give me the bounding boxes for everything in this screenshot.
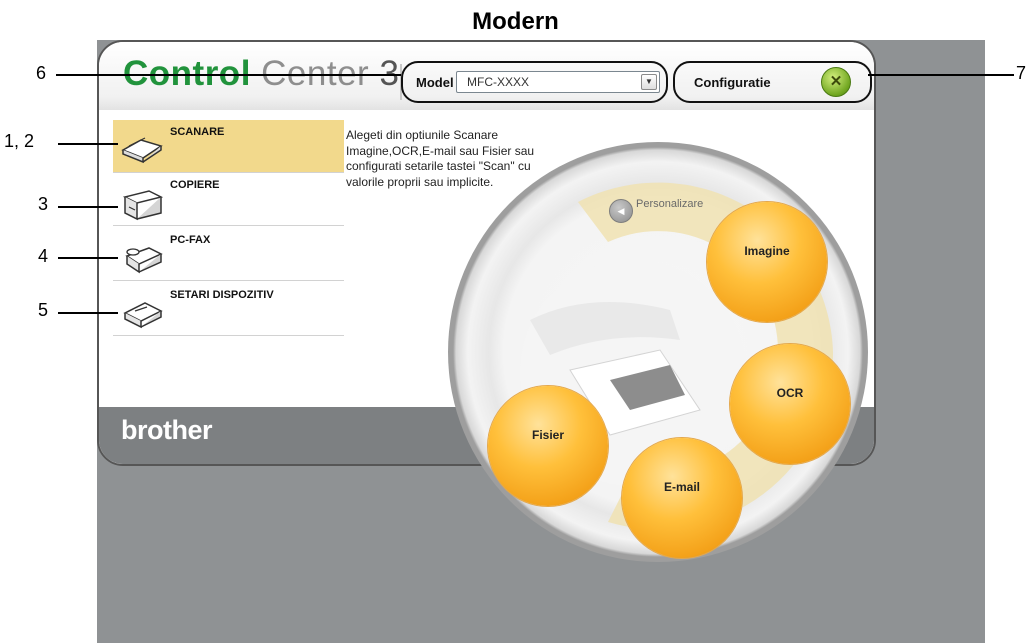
device-icon — [123, 302, 163, 329]
fax-icon — [125, 247, 163, 274]
callout-oval-model — [401, 61, 668, 103]
callout-label-pcfax: 4 — [38, 246, 49, 266]
sidebar-item-copy[interactable]: COPIERE — [113, 173, 344, 226]
image-button[interactable]: Imagine — [707, 202, 827, 322]
callout-line-pcfax — [58, 257, 118, 259]
callout-oval-config — [673, 61, 872, 103]
scanner-icon — [121, 137, 163, 164]
personalize-link[interactable]: Personalizare — [636, 198, 703, 210]
personalize-back-icon[interactable]: ◀ — [609, 199, 633, 223]
ocr-button[interactable]: OCR — [730, 344, 850, 464]
brother-logo: brother — [121, 415, 213, 445]
callout-line-scan — [58, 143, 118, 145]
sidebar-item-label: COPIERE — [170, 179, 220, 191]
callout-line-config — [868, 74, 1014, 76]
callout-label-config: 7 — [1016, 63, 1027, 83]
sidebar-item-label: PC-FAX — [170, 234, 211, 246]
callout-line-device-settings — [58, 312, 118, 314]
sidebar-item-device-settings[interactable]: SETARI DISPOZITIV — [113, 283, 344, 336]
image-button-label: Imagine — [744, 244, 790, 258]
file-button-label: Fisier — [531, 428, 564, 442]
email-button-label: E-mail — [663, 480, 700, 494]
sidebar-item-pcfax[interactable]: PC-FAX — [113, 228, 344, 281]
callout-label-copy: 3 — [38, 194, 49, 214]
page-heading: Modern — [472, 8, 559, 35]
copier-icon — [122, 190, 164, 221]
callout-line-model — [56, 74, 401, 76]
callout-line-copy — [58, 206, 118, 208]
file-button[interactable]: Fisier — [488, 386, 608, 506]
sidebar-item-scan[interactable]: SCANARE — [113, 120, 344, 173]
sidebar-item-label: SCANARE — [170, 126, 225, 138]
ocr-button-label: OCR — [776, 386, 804, 400]
sidebar-item-label: SETARI DISPOZITIV — [170, 289, 274, 301]
email-button[interactable]: E-mail — [622, 438, 742, 558]
callout-label-model: 6 — [36, 63, 47, 83]
callout-label-device-settings: 5 — [38, 300, 49, 320]
callout-label-scan: 1, 2 — [4, 131, 35, 151]
